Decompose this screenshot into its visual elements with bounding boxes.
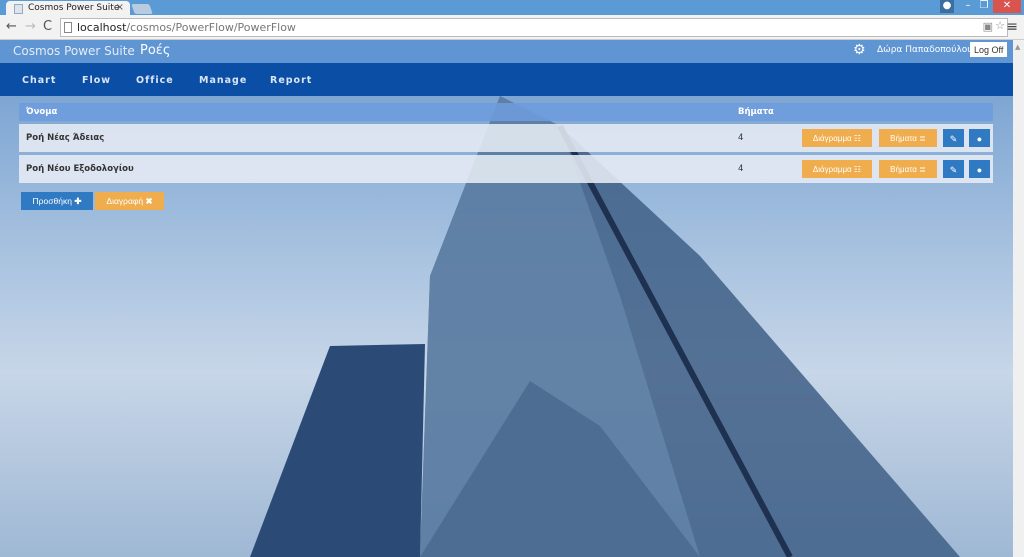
translate-icon[interactable]: ▣ (983, 20, 993, 33)
circle-icon: ● (976, 134, 983, 144)
flow-name: Ροή Νέου Εξοδολογίου (26, 164, 134, 174)
browser-tab-strip: Cosmos Power Suite × ● – ❐ ✕ (0, 0, 1024, 16)
reload-icon[interactable]: C (43, 19, 52, 34)
details-button[interactable]: ● (969, 129, 990, 147)
steps-label: Βήματα (890, 133, 917, 143)
browser-tab[interactable]: Cosmos Power Suite × (6, 1, 130, 16)
steps-count: 4 (738, 164, 744, 174)
plus-icon: ✚ (74, 196, 82, 206)
edit-button[interactable]: ✎ (943, 129, 964, 147)
bookmark-star-icon[interactable]: ☆ (995, 19, 1005, 32)
steps-button[interactable]: Βήματα ≣ (879, 129, 937, 147)
list-icon: ≣ (919, 133, 926, 143)
diagram-button[interactable]: Διάγραμμα ☷ (802, 129, 872, 147)
nav-office[interactable]: Office (136, 75, 174, 86)
circle-icon: ● (976, 165, 983, 175)
profile-icon[interactable]: ● (940, 0, 954, 13)
steps-button[interactable]: Βήματα ≣ (879, 160, 937, 178)
page-title: Ροές (140, 43, 171, 58)
url-input[interactable]: localhost/cosmos/PowerFlow/PowerFlow ▣ ☆ (60, 18, 1008, 37)
steps-label: Βήματα (890, 164, 917, 174)
delete-label: Διαγραφή (106, 196, 144, 206)
pencil-icon: ✎ (949, 164, 958, 175)
restore-button[interactable]: ❐ (976, 0, 992, 13)
details-button[interactable]: ● (969, 160, 990, 178)
gear-icon[interactable]: ⚙ (853, 42, 866, 58)
table-row: Ροή Νέου Εξοδολογίου 4 Διάγραμμα ☷ Βήματ… (19, 155, 993, 183)
logoff-button[interactable]: Log Off (970, 42, 1008, 57)
add-label: Προσθήκη (32, 196, 72, 206)
url-path: /cosmos/PowerFlow/PowerFlow (126, 21, 296, 34)
diagram-label: Διάγραμμα (812, 164, 852, 174)
scroll-up-icon[interactable]: ▲ (1015, 43, 1020, 51)
column-steps: Βήματα (738, 107, 774, 117)
table-row: Ροή Νέας Άδειας 4 Διάγραμμα ☷ Βήματα ≣ ✎… (19, 124, 993, 152)
steps-count: 4 (738, 133, 744, 143)
flow-name: Ροή Νέας Άδειας (26, 133, 105, 143)
nav-report[interactable]: Report (270, 75, 312, 86)
close-tab-icon[interactable]: × (116, 2, 124, 13)
back-icon[interactable]: ← (6, 19, 17, 34)
url-host: localhost (77, 21, 127, 34)
minimize-button[interactable]: – (960, 0, 976, 13)
nav-flow[interactable]: Flow (82, 75, 111, 86)
tab-title: Cosmos Power Suite (28, 3, 120, 13)
address-bar-row: ← → C localhost/cosmos/PowerFlow/PowerFl… (0, 15, 1024, 40)
edit-button[interactable]: ✎ (943, 160, 964, 178)
add-button[interactable]: Προσθήκη ✚ (21, 192, 93, 210)
chart-icon: ☷ (853, 133, 862, 143)
page-icon (64, 22, 72, 33)
scrollbar[interactable]: ▲ (1013, 40, 1024, 557)
brand-link[interactable]: Cosmos Power Suite (13, 44, 135, 58)
main-nav: Chart Flow Office Manage Report (0, 63, 1013, 96)
page-icon (14, 4, 23, 14)
diagram-button[interactable]: Διάγραμμα ☷ (802, 160, 872, 178)
delete-button[interactable]: Διαγραφή ✖ (95, 192, 164, 210)
menu-icon[interactable]: ≡ (1006, 19, 1018, 35)
pencil-icon: ✎ (949, 133, 958, 144)
diagram-label: Διάγραμμα (812, 133, 852, 143)
chart-icon: ☷ (853, 164, 862, 174)
new-tab-button[interactable] (131, 4, 153, 14)
nav-chart[interactable]: Chart (22, 75, 56, 86)
close-window-button[interactable]: ✕ (993, 0, 1021, 13)
forward-icon[interactable]: → (25, 19, 36, 34)
app-header: Cosmos Power Suite Ροές ⚙ Δώρα Παπαδοπού… (0, 40, 1013, 63)
user-name[interactable]: Δώρα Παπαδοπούλου (877, 45, 972, 55)
column-name: Όνομα (26, 107, 58, 117)
table-header: Όνομα Βήματα (19, 103, 993, 121)
nav-manage[interactable]: Manage (199, 75, 247, 86)
list-icon: ≣ (919, 164, 926, 174)
x-icon: ✖ (145, 196, 153, 206)
